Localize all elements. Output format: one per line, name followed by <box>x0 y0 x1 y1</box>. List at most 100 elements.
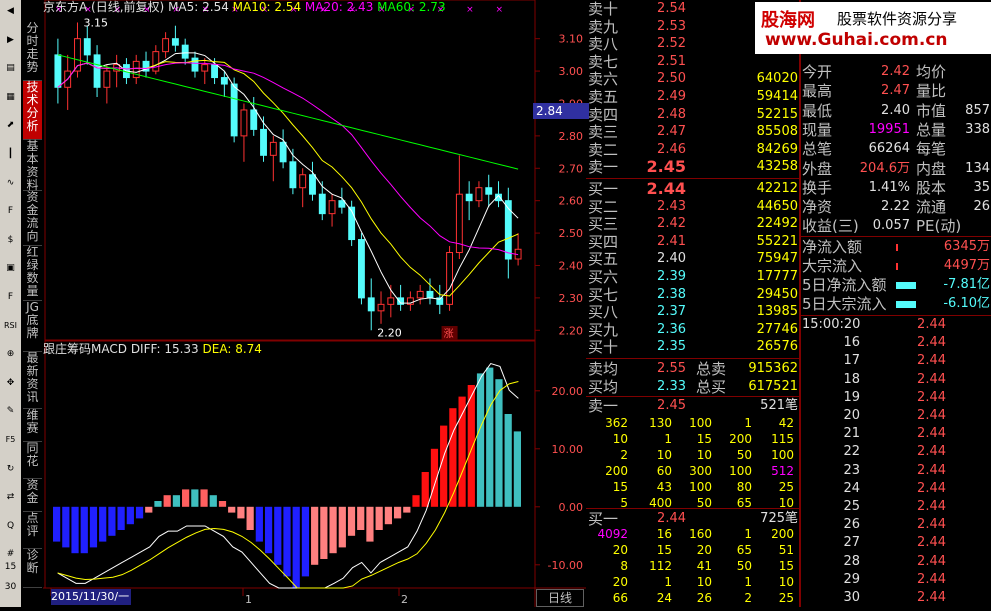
back-icon[interactable]: ◀ <box>3 4 18 18</box>
numpad-30[interactable]: 30 <box>3 580 18 594</box>
list-icon[interactable]: ▤ <box>3 61 18 75</box>
tick-time: 22 <box>843 444 860 460</box>
f5-icon[interactable]: F5 <box>3 433 18 447</box>
stat-row-1: 最高 2.47 量比 <box>800 82 991 100</box>
buy-volume: 13985 <box>756 304 798 320</box>
rsi-icon[interactable]: RSI <box>3 319 18 333</box>
candle <box>504 187 512 279</box>
ma10-label: MA10: 2.54 <box>232 0 302 14</box>
sell-row-6[interactable]: 卖四 2.48 52215 <box>586 106 801 124</box>
tick-time: 20 <box>843 408 860 423</box>
macd-bar <box>264 506 273 554</box>
buy-row-0[interactable]: 买一 2.44 42212 <box>586 180 801 199</box>
sell-level-label: 卖五 <box>588 88 619 106</box>
buy-row-9[interactable]: 买十 2.35 26576 <box>586 338 801 356</box>
sell-row-3[interactable]: 卖七 2.51 <box>586 53 801 71</box>
vtab-10[interactable]: 点评 <box>23 512 42 549</box>
macd-bar <box>71 506 79 554</box>
sell-row-8[interactable]: 卖二 2.46 84269 <box>586 141 801 159</box>
buy-row-8[interactable]: 买九 2.36 27746 <box>586 321 801 339</box>
vtab-9[interactable]: 资金 <box>23 479 42 512</box>
macd-bar <box>495 379 503 507</box>
sell1-order: 362 <box>605 416 628 430</box>
tick-row-11: 26 2.44 <box>800 516 991 534</box>
stat-label-2: 流通 <box>916 198 947 217</box>
sell1-count: 521笔 <box>760 398 798 413</box>
candle <box>406 291 414 311</box>
buy-row-3[interactable]: 买四 2.41 55221 <box>586 233 801 251</box>
stat-value: 2.40 <box>881 102 910 118</box>
buy-price: 2.36 <box>657 321 686 337</box>
sell1-order: 15 <box>696 432 712 446</box>
sell-row-9[interactable]: 卖一 2.45 43258 <box>586 158 801 177</box>
buy1-detail-header[interactable]: 买一 2.44 725笔 <box>586 510 801 528</box>
left-toolbar: ◀ ▶ ▤ ▦ ⬈ ┃ ∿ F $ ▣ F RSI ⊕ ✥ ✎ F5 ↻ ⇄ Q #15 30 <box>0 0 21 607</box>
sell-level-label: 卖六 <box>588 70 619 89</box>
sell1-order: 60 <box>656 464 672 478</box>
vtab-4[interactable]: 红绿数量 <box>23 246 42 301</box>
buy1-order: 4092 <box>597 527 628 541</box>
f10-icon[interactable]: F <box>3 204 18 218</box>
vtab-11[interactable]: 诊断 <box>23 549 42 588</box>
sell1-detail-header[interactable]: 卖一 2.45 521笔 <box>586 397 801 415</box>
sell-volume: 43258 <box>756 159 798 175</box>
forward-icon[interactable]: ▶ <box>3 33 18 47</box>
sell-level-label: 卖三 <box>588 123 619 142</box>
chart-icon[interactable]: ⬈ <box>3 118 18 132</box>
vtab-5[interactable]: JG底牌 <box>23 301 42 352</box>
chart-svg[interactable]: 3.103.002.902.802.702.602.502.402.302.20… <box>43 0 586 607</box>
buy-row-5[interactable]: 买六 2.39 17777 <box>586 268 801 286</box>
sell1-order: 1 <box>744 416 752 430</box>
f10b-icon[interactable]: F <box>3 290 18 304</box>
macd-bar <box>135 506 144 519</box>
candle <box>348 200 356 247</box>
buy-row-7[interactable]: 买八 2.37 13985 <box>586 303 801 321</box>
tick-time: 29 <box>843 571 860 587</box>
index-icon[interactable]: ▣ <box>3 261 18 275</box>
kline-ytick-label: 3.00 <box>559 65 584 78</box>
sell-row-7[interactable]: 卖三 2.47 85508 <box>586 123 801 141</box>
vtab-2[interactable]: 基本资料 <box>23 140 42 192</box>
move-icon[interactable]: ✥ <box>3 376 18 390</box>
sell-row-5[interactable]: 卖五 2.49 59414 <box>586 88 801 106</box>
refresh-icon[interactable]: ↻ <box>3 462 18 476</box>
vtab-7[interactable]: 维赛 <box>23 409 42 442</box>
draw-icon[interactable]: ✎ <box>3 404 18 418</box>
trend-icon[interactable]: ∿ <box>3 176 18 190</box>
sell-volume: 84269 <box>756 141 798 157</box>
macd-bar <box>62 506 70 548</box>
kline-icon[interactable]: ┃ <box>3 147 18 161</box>
vtab-1[interactable]: 技术分析 <box>23 81 42 140</box>
tick-time: 25 <box>843 499 860 514</box>
compare-icon[interactable]: ⇄ <box>3 490 18 504</box>
buy-row-6[interactable]: 买七 2.38 29450 <box>586 286 801 304</box>
vtab-3[interactable]: 资金流向 <box>23 191 42 246</box>
quote-icon[interactable]: Q <box>3 519 18 533</box>
sell1-order: 100 <box>689 416 712 430</box>
ma-line-ma60 <box>57 54 519 170</box>
buy-row-1[interactable]: 买二 2.43 44650 <box>586 198 801 216</box>
buy1-order: 41 <box>696 559 712 573</box>
buy-volume: 27746 <box>756 321 798 337</box>
candle <box>83 25 91 65</box>
period-button[interactable]: 日线 <box>536 589 584 607</box>
vtab-6[interactable]: 最新资讯 <box>23 352 42 409</box>
vtab-0[interactable]: 分时走势 <box>23 22 42 81</box>
chart-area[interactable]: 3.103.002.902.802.702.602.502.402.302.20… <box>43 0 589 607</box>
table-icon[interactable]: ▦ <box>3 90 18 104</box>
buy-row-4[interactable]: 买五 2.40 75947 <box>586 250 801 268</box>
buy-row-2[interactable]: 买三 2.42 22492 <box>586 215 801 233</box>
buy1-price: 2.44 <box>657 511 686 526</box>
avg-buy-row[interactable]: 买均 2.33 总买 617521 <box>586 378 801 396</box>
avg-sell-row[interactable]: 卖均 2.55 总卖 915362 <box>586 360 801 378</box>
numpad-15[interactable]: 15 <box>3 560 18 574</box>
vtab-8[interactable]: 同花 <box>23 442 42 479</box>
flow-label: 5日大宗流入 <box>802 295 887 313</box>
flow-label: 净流入额 <box>802 238 863 256</box>
zoom-in-icon[interactable]: ⊕ <box>3 347 18 361</box>
fund-icon[interactable]: $ <box>3 233 18 247</box>
macd-bar <box>347 506 356 536</box>
macd-bar <box>366 506 374 542</box>
buy1-order: 50 <box>736 559 752 573</box>
sell-row-4[interactable]: 卖六 2.50 64020 <box>586 70 801 88</box>
